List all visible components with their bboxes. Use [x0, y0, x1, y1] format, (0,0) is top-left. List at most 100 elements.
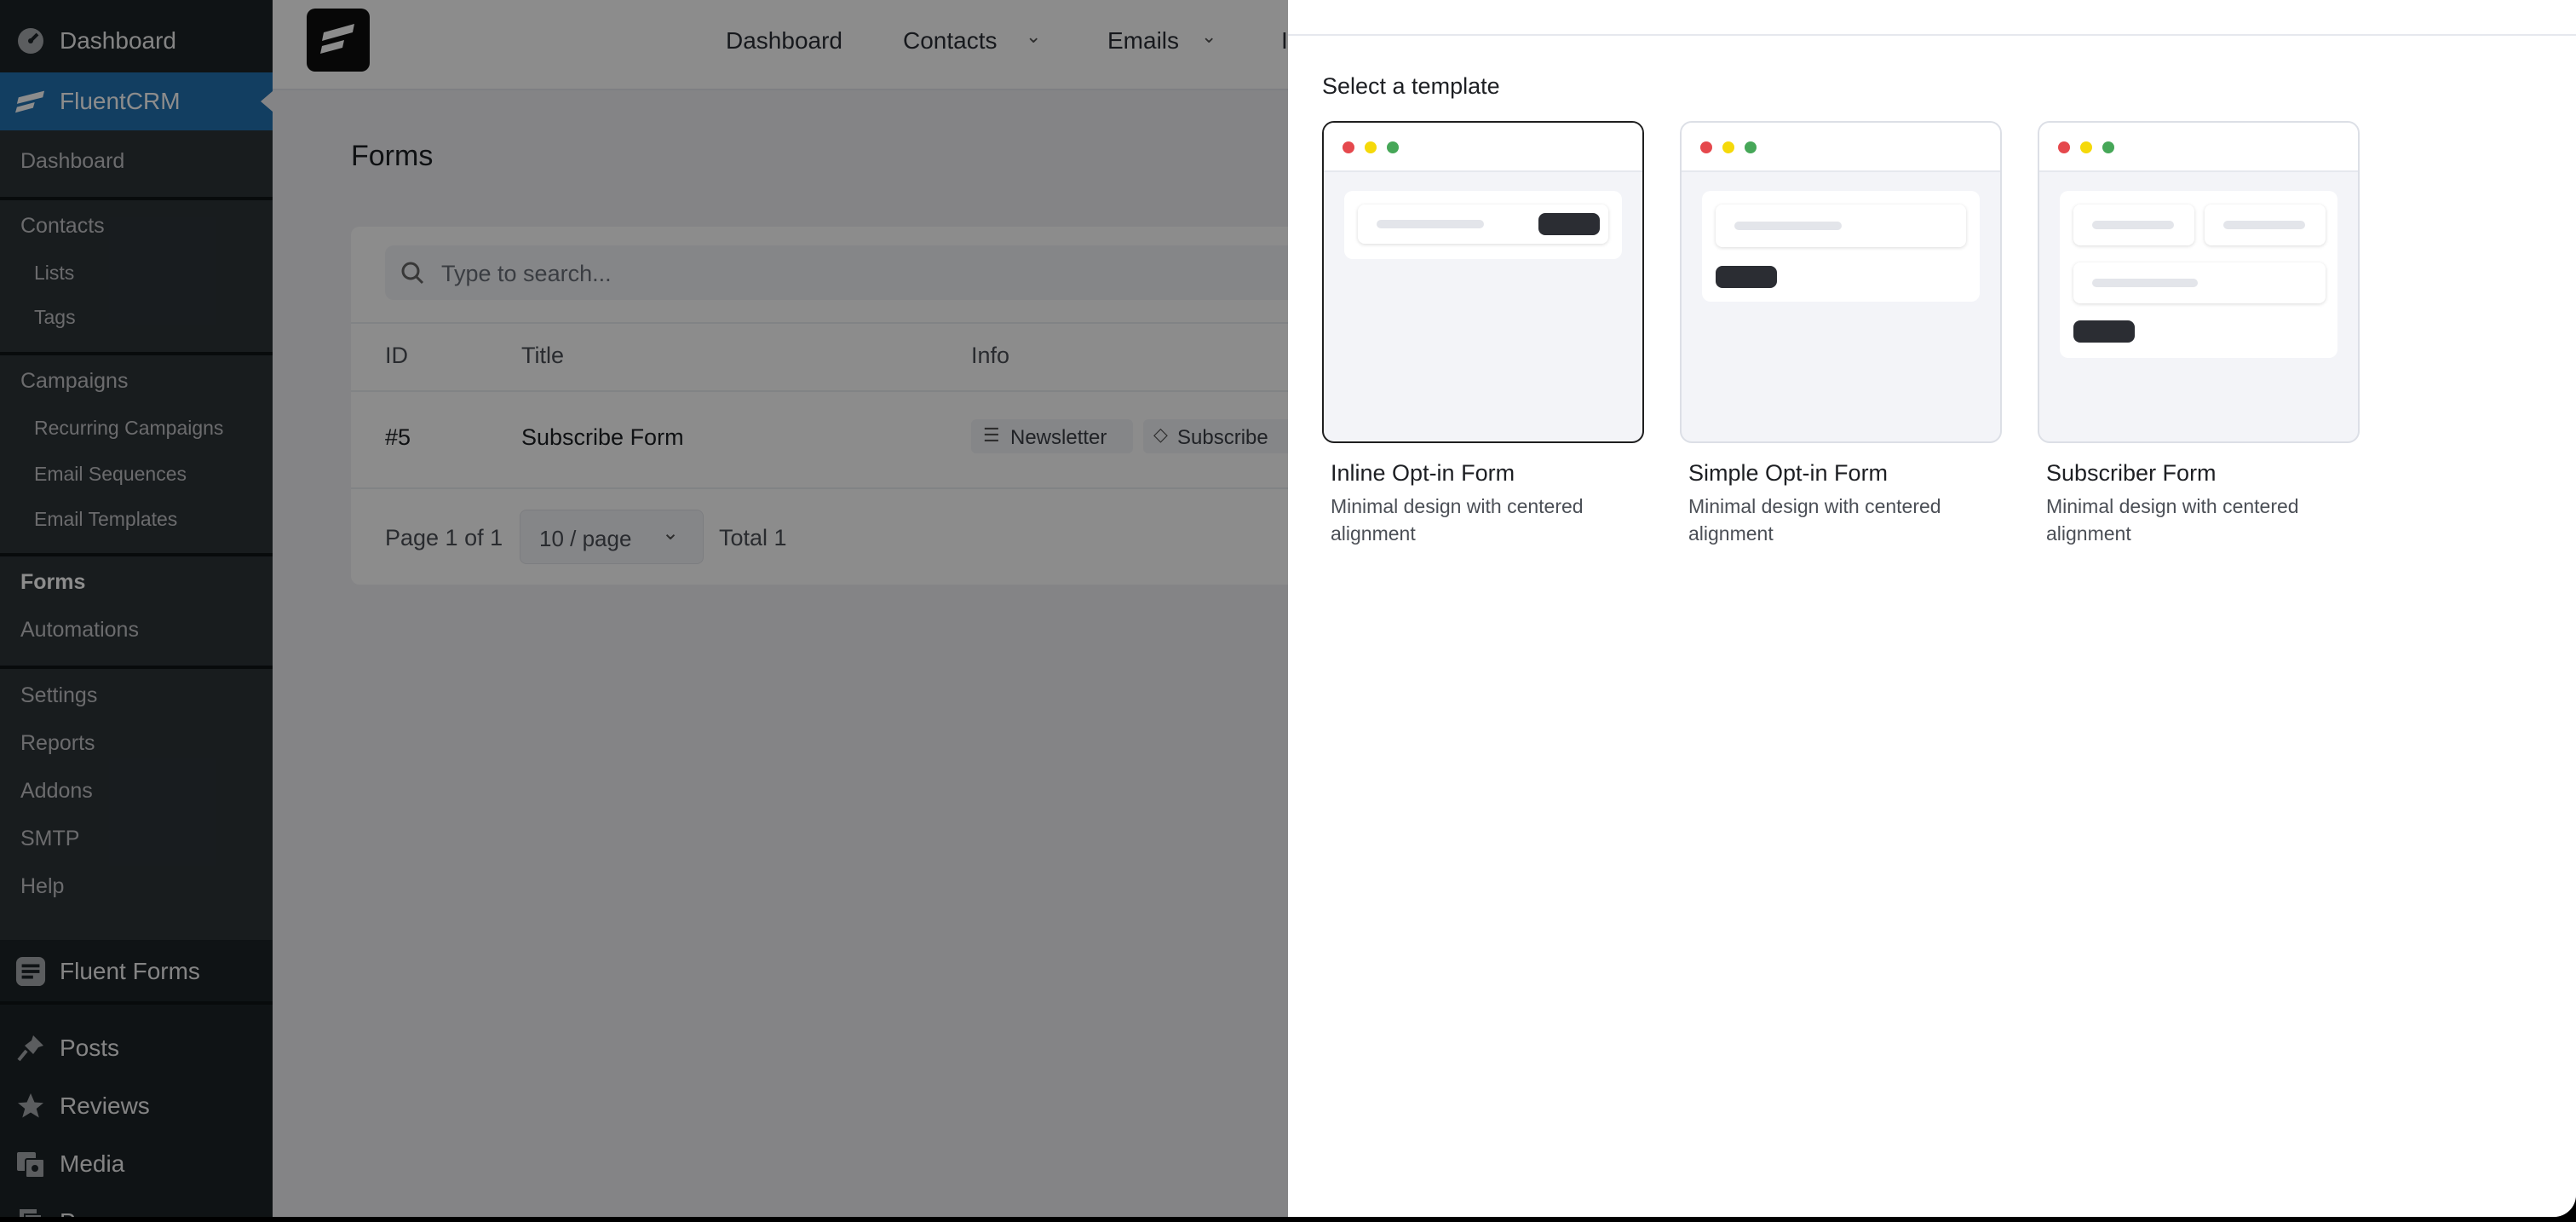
wp-menu-fluent-forms-label: Fluent Forms	[60, 958, 200, 984]
search-input[interactable]: Type to search...	[385, 245, 1305, 300]
wp-menu-media[interactable]: Media	[0, 1135, 273, 1193]
submenu-automations-label: Automations	[20, 618, 139, 642]
submenu-lists-label: Lists	[34, 262, 75, 284]
submenu-tags-label: Tags	[34, 306, 76, 328]
preview-submit-button	[2073, 320, 2135, 343]
submenu-divider	[0, 553, 273, 556]
column-header-info: Info	[971, 343, 1010, 368]
wp-menu-fluentcrm-label: FluentCRM	[60, 88, 181, 114]
template-drawer: Select a template Inline Opt-in Form Min…	[1288, 0, 2576, 1217]
topnav-next-item[interactable]: I	[1281, 27, 1288, 55]
submenu-email-sequences-label: Email Sequences	[34, 463, 187, 485]
submenu-email-templates[interactable]: Email Templates	[0, 503, 273, 537]
submenu-tags[interactable]: Tags	[0, 301, 273, 335]
column-header-id[interactable]: ID	[385, 343, 408, 369]
dashboard-gauge-icon	[15, 26, 46, 56]
pages-icon	[15, 1207, 46, 1217]
window-dot-red	[1700, 141, 1712, 153]
submenu-settings[interactable]: Settings	[0, 678, 273, 716]
chevron-down-icon: ⌄	[1026, 26, 1042, 47]
wp-menu-dashboard[interactable]: Dashboard	[0, 12, 273, 70]
tag-icon: ◇	[1153, 424, 1168, 445]
fluent-forms-icon	[15, 956, 46, 987]
template-card-simple[interactable]	[1680, 121, 2002, 443]
submenu-help-label: Help	[20, 874, 65, 898]
preview-submit-button	[1538, 213, 1600, 235]
chevron-down-icon: ⌄	[662, 522, 680, 545]
submenu-recurring-campaigns[interactable]: Recurring Campaigns	[0, 412, 273, 446]
submenu-automations[interactable]: Automations	[0, 613, 273, 650]
wp-menu-dashboard-label: Dashboard	[60, 27, 176, 54]
template-name: Simple Opt-in Form	[1688, 460, 1889, 486]
wp-menu-fluent-forms[interactable]: Fluent Forms	[0, 942, 273, 1000]
drawer-heading: Select a template	[1322, 73, 1500, 99]
preview-input-field	[1716, 205, 1966, 247]
pagination-total: Total 1	[719, 525, 787, 550]
preview-inline-field	[1358, 205, 1608, 244]
window-dot-yellow	[1722, 141, 1734, 153]
per-page-select[interactable]: 10 / page ⌄	[520, 510, 704, 564]
topnav-contacts[interactable]: Contacts	[903, 27, 998, 55]
template-desc: Minimal design with centered alignment	[2046, 495, 2299, 545]
wp-menu-pages[interactable]: Pages	[0, 1193, 273, 1217]
wp-menu-posts[interactable]: Posts	[0, 1019, 273, 1077]
top-navbar: Dashboard Contacts ⌄ Emails ⌄ I	[273, 0, 1288, 90]
submenu-forms[interactable]: Forms	[0, 565, 273, 602]
divider	[351, 322, 1305, 324]
forms-table-card: Type to search... ID Title Info #5 Subsc…	[351, 227, 1305, 585]
active-menu-arrow	[261, 91, 273, 112]
row-id: #5	[385, 424, 411, 450]
submenu-reports[interactable]: Reports	[0, 726, 273, 764]
star-icon	[15, 1091, 46, 1121]
preview-placeholder-line	[1377, 220, 1484, 228]
search-icon	[401, 262, 424, 285]
template-card-subscriber[interactable]	[2038, 121, 2360, 443]
window-dot-yellow	[1365, 141, 1377, 153]
submenu-email-sequences[interactable]: Email Sequences	[0, 458, 273, 492]
wp-admin-sidebar: Dashboard FluentCRM Dashboard Contacts L…	[0, 0, 273, 1217]
list-badge-label: Newsletter	[1010, 426, 1107, 449]
submenu-contacts[interactable]: Contacts	[0, 209, 273, 246]
preview-form-box	[1702, 191, 1980, 302]
fluentcrm-main: Dashboard Contacts ⌄ Emails ⌄ I Forms Ty…	[273, 0, 1305, 1217]
submenu-divider	[0, 352, 273, 355]
template-name: Inline Opt-in Form	[1331, 460, 1515, 486]
fluentcrm-app-logo[interactable]	[307, 9, 370, 72]
submenu-smtp[interactable]: SMTP	[0, 821, 273, 859]
window-dot-yellow	[2080, 141, 2092, 153]
topnav-emails[interactable]: Emails	[1107, 27, 1179, 55]
topnav-dashboard[interactable]: Dashboard	[726, 27, 842, 55]
submenu-help[interactable]: Help	[0, 869, 273, 907]
column-header-title[interactable]: Title	[521, 343, 564, 369]
submenu-lists[interactable]: Lists	[0, 257, 273, 291]
window-dot-red	[2058, 141, 2070, 153]
submenu-dashboard-label: Dashboard	[20, 149, 125, 173]
window-dot-green	[2102, 141, 2114, 153]
table-row[interactable]: #5 Subscribe Form ☰ Newsletter ◇ Subscri…	[351, 392, 1305, 487]
fluentcrm-logo-icon	[15, 86, 46, 117]
submenu-campaigns-label: Campaigns	[20, 369, 129, 393]
wp-menu-posts-label: Posts	[60, 1035, 120, 1061]
submenu-contacts-label: Contacts	[20, 214, 105, 238]
wp-menu-separator	[0, 1001, 273, 1005]
submenu-campaigns[interactable]: Campaigns	[0, 364, 273, 401]
window-dot-green	[1745, 141, 1757, 153]
window-titlebar	[2039, 123, 2358, 172]
submenu-dashboard[interactable]: Dashboard	[0, 144, 273, 182]
submenu-addons-label: Addons	[20, 779, 93, 803]
wp-menu-reviews[interactable]: Reviews	[0, 1077, 273, 1135]
submenu-addons[interactable]: Addons	[0, 774, 273, 811]
template-name: Subscriber Form	[2046, 460, 2217, 486]
wp-menu-pages-label: Pages	[60, 1208, 127, 1217]
preview-placeholder-line	[2223, 221, 2305, 229]
preview-placeholder-line	[1734, 222, 1842, 230]
row-title[interactable]: Subscribe Form	[521, 424, 684, 451]
window-titlebar	[1682, 123, 2000, 172]
template-card-inline[interactable]	[1322, 121, 1644, 443]
preview-placeholder-line	[2092, 279, 2198, 287]
per-page-value: 10 / page	[539, 526, 632, 551]
preview-first-name-field	[2073, 205, 2194, 245]
chevron-down-icon: ⌄	[1201, 26, 1217, 47]
wp-menu-fluentcrm[interactable]: FluentCRM	[0, 72, 273, 130]
submenu-divider	[0, 666, 273, 669]
